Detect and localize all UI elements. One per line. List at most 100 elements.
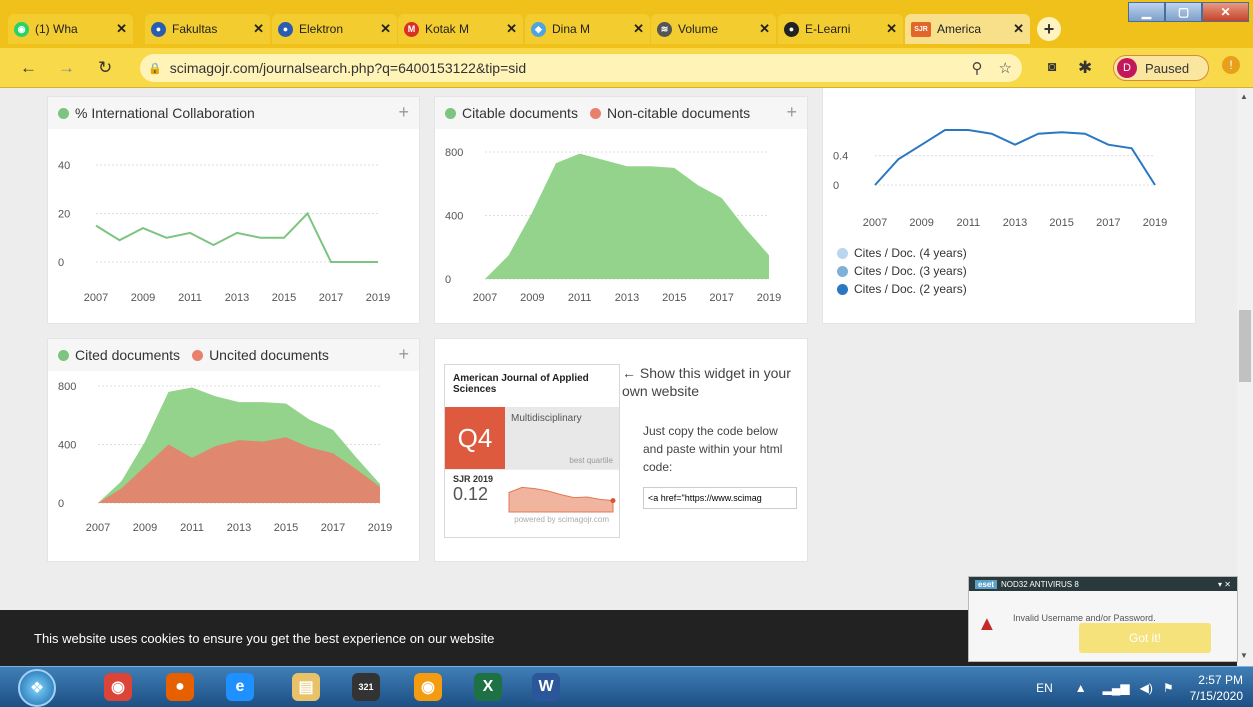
- x-tick-label: 2011: [568, 292, 592, 304]
- x-tick-label: 2007: [473, 292, 497, 304]
- update-alert-icon[interactable]: !: [1222, 56, 1240, 74]
- university-logo-icon: ●: [151, 21, 166, 37]
- taskbar-music-player-icon[interactable]: ◉: [410, 671, 446, 703]
- university-logo-icon: ●: [278, 21, 293, 37]
- y-tick-label: 400: [58, 440, 76, 452]
- x-tick-label: 2015: [662, 292, 686, 304]
- tray-expand-icon[interactable]: ▲: [1075, 681, 1087, 695]
- cookie-text: This website uses cookies to ensure you …: [34, 630, 495, 646]
- tab-close-icon[interactable]: ✕: [759, 21, 770, 37]
- widget-code-field[interactable]: [643, 487, 797, 509]
- maximize-button[interactable]: ▢: [1165, 2, 1202, 22]
- start-button[interactable]: ❖: [18, 669, 56, 707]
- browser-tab-8[interactable]: SJR America ✕: [905, 14, 1030, 44]
- legend-dot: [837, 247, 848, 259]
- signal-icon[interactable]: ▂▄▆: [1103, 681, 1130, 695]
- windows-taskbar: ❖ EN ▲ ▂▄▆ ◀) ⚑ 2:57 PM 7/15/2020 ◉ ● e ▤ 32…: [0, 666, 1253, 707]
- browser-tab-5[interactable]: ◆ Dina M ✕: [525, 14, 650, 44]
- taskbar-word-icon[interactable]: W: [528, 671, 564, 703]
- tab-label: America: [937, 22, 982, 36]
- sparkline-area: [508, 486, 614, 513]
- sjr-sparkline: [508, 486, 616, 513]
- minimize-button[interactable]: ▁: [1128, 2, 1165, 22]
- scrollbar-thumb[interactable]: [1239, 310, 1251, 382]
- firefox-logo: ●: [166, 673, 194, 701]
- bookmark-star-icon[interactable]: ☆: [999, 59, 1012, 77]
- volume-icon[interactable]: ◀): [1140, 681, 1153, 695]
- tab-close-icon[interactable]: ✕: [380, 21, 391, 37]
- y-tick-label: 400: [445, 211, 463, 223]
- extensions-puzzle-icon[interactable]: ✱: [1078, 58, 1092, 78]
- vertical-scrollbar[interactable]: ▲ ▼: [1237, 88, 1253, 666]
- tab-label: Dina M: [552, 22, 591, 36]
- eset-close-icon[interactable]: ▾ ✕: [1218, 580, 1231, 589]
- browser-tab-6[interactable]: ≋ Volume ✕: [651, 14, 776, 44]
- excel-logo: X: [474, 673, 502, 701]
- tab-label: (1) Wha: [35, 22, 78, 36]
- taskbar-excel-icon[interactable]: X: [470, 671, 506, 703]
- browser-tab-4[interactable]: M Kotak M ✕: [398, 14, 523, 44]
- x-tick-label: 2009: [520, 292, 544, 304]
- x-tick-label: 2013: [1003, 217, 1027, 229]
- whatsapp-icon: ◉: [14, 21, 29, 37]
- tab-close-icon[interactable]: ✕: [1013, 21, 1024, 37]
- tab-close-icon[interactable]: ✕: [506, 21, 517, 37]
- forward-arrow-icon[interactable]: →: [58, 58, 75, 78]
- scroll-up-icon[interactable]: ▲: [1240, 92, 1248, 101]
- x-tick-label: 2007: [86, 522, 110, 534]
- new-tab-button[interactable]: +: [1037, 17, 1061, 41]
- got-it-button[interactable]: Got it!: [1079, 623, 1211, 653]
- back-arrow-icon[interactable]: ←: [20, 58, 37, 78]
- x-tick-label: 2015: [274, 522, 298, 534]
- legend-item-cites-3[interactable]: Cites / Doc. (2 years): [837, 280, 967, 298]
- reload-icon[interactable]: ↻: [98, 58, 112, 78]
- sjr-widget[interactable]: American Journal of Applied Sciences Q4 …: [444, 364, 620, 538]
- taskbar-firefox-icon[interactable]: ●: [162, 671, 198, 703]
- taskbar-internet-explorer-icon[interactable]: e: [222, 671, 258, 703]
- tab-close-icon[interactable]: ✕: [886, 21, 897, 37]
- tab-close-icon[interactable]: ✕: [116, 21, 127, 37]
- tab-close-icon[interactable]: ✕: [633, 21, 644, 37]
- browser-tab-7[interactable]: ● E-Learni ✕: [778, 14, 903, 44]
- url-text: scimagojr.com/journalsearch.php?q=640015…: [169, 60, 527, 76]
- x-tick-label: 2013: [225, 292, 249, 304]
- tab-close-icon[interactable]: ✕: [253, 21, 264, 37]
- zoom-icon[interactable]: ⚲: [972, 59, 983, 77]
- camera-extension-icon[interactable]: ◙: [1048, 58, 1056, 74]
- citable-chart-card: Citable documents Non-citable documents …: [434, 96, 808, 324]
- sparkline-last-point: [610, 498, 616, 504]
- browser-tab-2[interactable]: ● Fakultas ✕: [145, 14, 270, 44]
- widget-powered-by: powered by scimagojr.com: [514, 515, 609, 524]
- action-center-flag-icon[interactable]: ⚑: [1163, 681, 1174, 695]
- elearning-icon: ●: [784, 21, 799, 37]
- browser-tab-strip: + ▁ ▢ ✕ ◉ (1) Wha ✕ ● Fakultas ✕ ● Elektron ✕ M Ko…: [0, 0, 1253, 48]
- address-bar[interactable]: 🔒 scimagojr.com/journalsearch.php?q=6400…: [140, 54, 1022, 82]
- x-tick-label: 2017: [319, 292, 343, 304]
- language-indicator[interactable]: EN: [1036, 681, 1053, 695]
- x-tick-label: 2019: [368, 522, 392, 534]
- screen: + ▁ ▢ ✕ ◉ (1) Wha ✕ ● Fakultas ✕ ● Elektron ✕ M Ko…: [0, 0, 1253, 707]
- clock[interactable]: 2:57 PM 7/15/2020: [1190, 672, 1243, 704]
- close-window-button[interactable]: ✕: [1202, 2, 1249, 22]
- legend-item-cites-2[interactable]: Cites / Doc. (3 years): [837, 262, 967, 280]
- sjr-icon: SJR: [911, 21, 931, 37]
- window-controls: ▁ ▢ ✕: [1128, 2, 1249, 22]
- x-tick-label: 2019: [366, 292, 390, 304]
- x-tick-label: 2017: [1096, 217, 1120, 229]
- taskbar-file-explorer-icon[interactable]: ▤: [288, 671, 324, 703]
- legend-label: Cites / Doc. (2 years): [854, 282, 967, 296]
- taskbar-media-player-icon[interactable]: 321: [348, 671, 384, 703]
- taskbar-chrome-icon[interactable]: ◉: [100, 671, 136, 703]
- tab-label: Kotak M: [425, 22, 470, 36]
- browser-tab-3[interactable]: ● Elektron ✕: [272, 14, 397, 44]
- profile-button[interactable]: D Paused: [1113, 55, 1209, 81]
- x-tick-label: 2007: [84, 292, 108, 304]
- gmail-icon: M: [404, 21, 419, 37]
- legend-item-cites-1[interactable]: Cites / Doc. (4 years): [837, 244, 967, 262]
- scroll-down-icon[interactable]: ▼: [1240, 651, 1248, 660]
- x-tick-label: 2019: [757, 292, 781, 304]
- browser-tab-1[interactable]: ◉ (1) Wha ✕: [8, 14, 133, 44]
- y-tick-label: 0: [445, 274, 451, 286]
- collab-line-chart: 0 20 40 2007 2009 2011 2013 2015 2017 2019: [58, 160, 390, 304]
- eset-title: NOD32 ANTIVIRUS 8: [1001, 579, 1079, 589]
